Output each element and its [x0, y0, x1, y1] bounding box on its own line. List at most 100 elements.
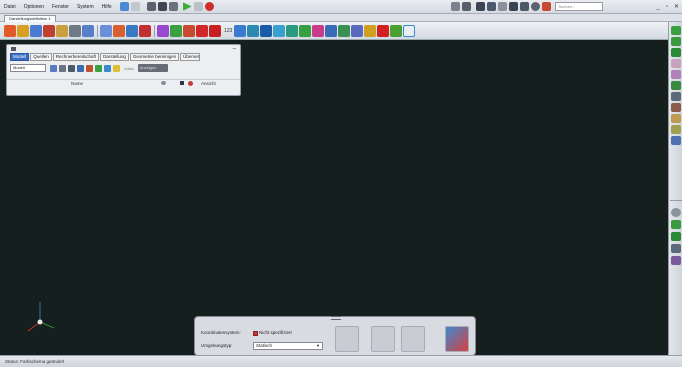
- menu-window[interactable]: Fenster: [48, 4, 73, 10]
- search-input[interactable]: Suchen...: [555, 2, 604, 11]
- cube-icon[interactable]: [671, 26, 681, 35]
- export-icon[interactable]: [338, 24, 351, 37]
- screen-icon[interactable]: [451, 2, 461, 11]
- maximize-button[interactable]: ▫: [663, 4, 671, 10]
- plane-icon[interactable]: [671, 37, 681, 46]
- open-icon[interactable]: [146, 2, 156, 11]
- wrench-icon[interactable]: [364, 24, 377, 37]
- color-dot-icon[interactable]: [188, 80, 194, 86]
- gear-set-icon[interactable]: [69, 24, 81, 37]
- eye-icon[interactable]: [161, 81, 167, 85]
- coord-system-checkbox[interactable]: [253, 331, 258, 336]
- menu-options[interactable]: Optionen: [20, 4, 48, 10]
- tab-readiness[interactable]: Rechnerbereitschaft: [52, 53, 100, 61]
- pattern-icon[interactable]: [671, 70, 681, 79]
- delete-icon[interactable]: [209, 24, 221, 37]
- sort-icon[interactable]: [113, 64, 120, 72]
- link-icon[interactable]: [86, 64, 93, 72]
- coord-icon[interactable]: [671, 136, 681, 145]
- filter-select[interactable]: Modell: [10, 64, 46, 72]
- collapse-icon[interactable]: [68, 64, 75, 72]
- column-view[interactable]: Ansicht: [201, 81, 216, 86]
- cube-view-button[interactable]: [445, 326, 469, 352]
- rotate-icon[interactable]: [671, 244, 681, 253]
- document-button[interactable]: [335, 326, 359, 352]
- graph-icon[interactable]: [312, 24, 325, 37]
- move-icon[interactable]: [671, 220, 681, 229]
- menu-system[interactable]: System: [73, 4, 98, 10]
- axis-icon[interactable]: [671, 81, 681, 90]
- tool-icon[interactable]: [82, 24, 94, 37]
- minimize-button[interactable]: _: [653, 4, 662, 10]
- result-icon[interactable]: [247, 24, 260, 37]
- document-tab[interactable]: Darstellungsdefinition 1: [4, 15, 56, 22]
- drag-handle[interactable]: [331, 316, 341, 320]
- color-icon[interactable]: [30, 24, 42, 37]
- pause-icon[interactable]: [193, 2, 203, 11]
- find-icon[interactable]: [77, 64, 84, 72]
- lock-icon[interactable]: [180, 81, 185, 85]
- note-icon[interactable]: [671, 103, 681, 112]
- assembly-icon[interactable]: [17, 24, 29, 37]
- mesh-icon[interactable]: [273, 24, 286, 37]
- close-button[interactable]: ✕: [671, 3, 682, 10]
- contact-icon[interactable]: [157, 24, 169, 37]
- save-icon[interactable]: [157, 2, 167, 11]
- arrow-icon[interactable]: [390, 24, 403, 37]
- report-icon[interactable]: [325, 24, 338, 37]
- trim-icon[interactable]: [671, 125, 681, 134]
- grid-icon[interactable]: [671, 92, 681, 101]
- camera-icon[interactable]: [462, 2, 472, 11]
- panel-menu-icon[interactable]: [11, 47, 16, 51]
- menu-help[interactable]: Hilfe: [98, 4, 116, 10]
- spring-icon[interactable]: [139, 24, 151, 37]
- stop-icon[interactable]: [204, 2, 214, 11]
- tab-geometry-cleanup[interactable]: Geometrie bereinigen: [129, 53, 180, 61]
- print-icon[interactable]: [168, 2, 178, 11]
- path-button[interactable]: [401, 326, 425, 352]
- frame-icon[interactable]: [476, 2, 486, 11]
- undo-icon[interactable]: [119, 2, 129, 11]
- hinge-icon[interactable]: [126, 24, 138, 37]
- zoom-icon[interactable]: [487, 2, 497, 11]
- joint-icon[interactable]: [113, 24, 125, 37]
- show-button[interactable]: Anzeigen: [137, 64, 168, 72]
- panel-close-icon[interactable]: –: [233, 46, 236, 52]
- filter-icon[interactable]: [50, 64, 57, 72]
- user-icon[interactable]: [542, 2, 552, 11]
- material-icon[interactable]: [56, 24, 68, 37]
- pressure-icon[interactable]: [183, 24, 195, 37]
- force-icon[interactable]: [170, 24, 182, 37]
- probe-icon[interactable]: [234, 24, 247, 37]
- sphere-icon[interactable]: [671, 208, 681, 217]
- table-icon[interactable]: [104, 64, 111, 72]
- solver-icon[interactable]: [299, 24, 312, 37]
- sketch-icon[interactable]: [671, 59, 681, 68]
- person-icon[interactable]: [671, 256, 681, 265]
- animation-icon[interactable]: [351, 24, 364, 37]
- expand-icon[interactable]: [59, 64, 66, 72]
- play-icon[interactable]: [182, 2, 192, 11]
- box-icon[interactable]: [520, 2, 530, 11]
- column-name[interactable]: Name: [71, 81, 83, 86]
- motion-icon[interactable]: [100, 24, 112, 37]
- menu-file[interactable]: Datei: [0, 4, 20, 10]
- tab-model[interactable]: Modell: [10, 53, 30, 61]
- tab-display[interactable]: Darstellung: [100, 53, 129, 61]
- bend-icon[interactable]: [671, 114, 681, 123]
- surface-icon[interactable]: [286, 24, 299, 37]
- stack-icon[interactable]: [671, 232, 681, 241]
- text-icon[interactable]: [260, 24, 273, 37]
- measure-icon[interactable]: [498, 2, 508, 11]
- tab-sources[interactable]: Quellen: [30, 53, 52, 61]
- layers-icon[interactable]: [671, 48, 681, 57]
- body-icon[interactable]: [43, 24, 55, 37]
- gear-icon[interactable]: [531, 2, 541, 11]
- add-icon[interactable]: [403, 24, 416, 37]
- tag-icon[interactable]: [95, 64, 102, 72]
- map-button[interactable]: [371, 326, 395, 352]
- part-icon[interactable]: [4, 24, 16, 37]
- tab-translations[interactable]: Übersetzungen: [180, 53, 201, 61]
- environment-type-select[interactable]: Statisch ▼: [253, 342, 323, 350]
- section-icon[interactable]: [509, 2, 519, 11]
